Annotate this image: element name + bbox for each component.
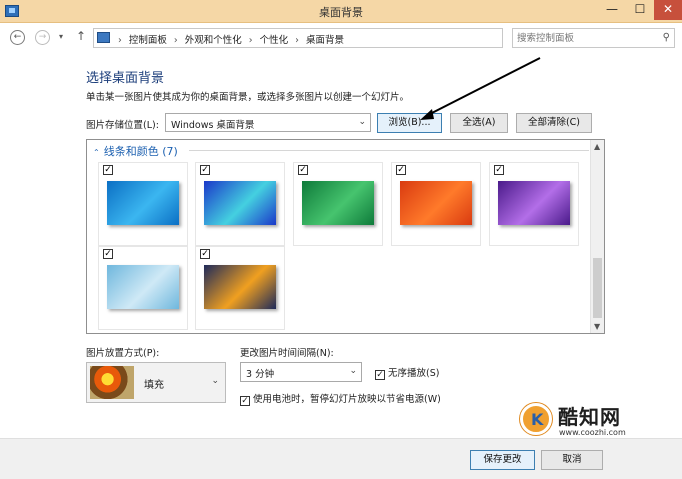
- checkbox-check-icon[interactable]: ✓: [103, 249, 113, 259]
- watermark-logo-icon: [520, 403, 552, 435]
- shuffle-label: 无序播放(S): [388, 368, 440, 379]
- checkbox-check-icon[interactable]: ✓: [103, 165, 113, 175]
- title-bar: 桌面背景 — ☐ ✕: [0, 0, 682, 23]
- picture-position-value: 填充: [144, 380, 164, 391]
- page-title: 选择桌面背景: [86, 71, 165, 86]
- breadcrumb-item-personalization[interactable]: 个性化: [260, 35, 289, 46]
- watermark-name: 酷知网: [558, 405, 621, 429]
- forward-button[interactable]: →: [35, 30, 50, 45]
- interval-label: 更改图片时间间隔(N):: [240, 348, 334, 359]
- checkbox-check-icon[interactable]: ✓: [494, 165, 504, 175]
- wallpaper-thumbnail[interactable]: [204, 265, 276, 309]
- interval-value: 3 分钟: [246, 369, 275, 380]
- navigation-bar: ← → ▾ ↑ › 控制面板 › 外观和个性化 › 个性化 › 桌面背景 ▾ ↻…: [0, 23, 682, 53]
- picture-location-value: Windows 桌面背景: [171, 120, 255, 131]
- fill-preview-image: [90, 366, 134, 399]
- checkbox-check-icon[interactable]: ✓: [396, 165, 406, 175]
- group-divider: [189, 150, 589, 151]
- wallpaper-thumbnail[interactable]: [400, 181, 472, 225]
- battery-pause-label: 使用电池时，暂停幻灯片放映以节省电源(W): [253, 394, 441, 405]
- collapse-icon: ⌃: [93, 148, 100, 157]
- wallpaper-thumbnail[interactable]: [204, 181, 276, 225]
- group-title: 线条和颜色 (7): [103, 145, 178, 158]
- checkbox-check-icon[interactable]: ✓: [200, 165, 210, 175]
- wallpaper-tile[interactable]: ✓: [489, 162, 579, 246]
- interval-select[interactable]: 3 分钟 ⌄: [240, 362, 362, 382]
- group-header[interactable]: ⌃ 线条和颜色 (7): [93, 143, 178, 159]
- checkbox-check-icon[interactable]: ✓: [240, 396, 250, 406]
- cancel-button[interactable]: 取消: [541, 450, 603, 470]
- search-box[interactable]: ⚲: [512, 28, 675, 48]
- wallpaper-tile[interactable]: ✓: [195, 246, 285, 330]
- vertical-scrollbar[interactable]: ▲ ▼: [590, 140, 604, 333]
- breadcrumb-separator: ›: [248, 35, 253, 46]
- control-panel-icon: [97, 32, 110, 43]
- wallpaper-tile[interactable]: ✓: [391, 162, 481, 246]
- browse-button[interactable]: 浏览(B)...: [377, 113, 442, 133]
- chevron-down-icon: ⌄: [358, 117, 366, 127]
- save-changes-button[interactable]: 保存更改: [470, 450, 535, 470]
- wallpaper-thumbnail[interactable]: [107, 181, 179, 225]
- picture-list: ⌃ 线条和颜色 (7) ✓ ✓ ✓ ✓ ✓ ✓ ✓ ▲ ▼: [86, 139, 605, 334]
- scroll-up-icon[interactable]: ▲: [594, 142, 600, 151]
- wallpaper-thumbnail[interactable]: [302, 181, 374, 225]
- minimize-button[interactable]: —: [598, 0, 626, 20]
- maximize-button[interactable]: ☐: [626, 0, 654, 20]
- wallpaper-tile[interactable]: ✓: [98, 162, 188, 246]
- chevron-down-icon: ⌄: [211, 376, 219, 386]
- breadcrumb-separator: ›: [173, 35, 178, 46]
- wallpaper-thumbnail[interactable]: [498, 181, 570, 225]
- wallpaper-thumbnail[interactable]: [107, 265, 179, 309]
- select-all-button[interactable]: 全选(A): [450, 113, 508, 133]
- watermark-url: www.coozhi.com: [559, 428, 626, 437]
- scrollbar-thumb[interactable]: [593, 258, 602, 318]
- breadcrumb-item-control-panel[interactable]: 控制面板: [129, 35, 167, 46]
- breadcrumb: › 控制面板 › 外观和个性化 › 个性化 › 桌面背景: [114, 32, 344, 46]
- checkbox-check-icon[interactable]: ✓: [200, 249, 210, 259]
- address-bar[interactable]: › 控制面板 › 外观和个性化 › 个性化 › 桌面背景 ▾ ↻: [93, 28, 591, 48]
- left-arrow-icon: ←: [13, 32, 22, 42]
- watermark: 酷知网 www.coozhi.com: [512, 393, 660, 451]
- picture-position-select[interactable]: 填充 ⌄: [86, 362, 226, 403]
- window-title: 桌面背景: [319, 6, 363, 19]
- wallpaper-tile[interactable]: ✓: [293, 162, 383, 246]
- wallpaper-tile[interactable]: ✓: [98, 246, 188, 330]
- battery-pause-checkbox[interactable]: ✓ 使用电池时，暂停幻灯片放映以节省电源(W): [240, 391, 441, 406]
- breadcrumb-item-appearance[interactable]: 外观和个性化: [185, 35, 242, 46]
- checkbox-check-icon[interactable]: ✓: [375, 370, 385, 380]
- breadcrumb-separator: ›: [295, 35, 299, 46]
- picture-location-select[interactable]: Windows 桌面背景 ⌄: [165, 113, 371, 132]
- back-button[interactable]: ←: [10, 30, 25, 45]
- page-description: 单击某一张图片使其成为你的桌面背景，或选择多张图片以创建一个幻灯片。: [86, 92, 410, 103]
- recent-locations-button[interactable]: ▾: [59, 32, 63, 41]
- shuffle-checkbox[interactable]: ✓ 无序播放(S): [375, 365, 439, 380]
- wallpaper-tile[interactable]: ✓: [195, 162, 285, 246]
- breadcrumb-item-desktop-background[interactable]: 桌面背景: [306, 35, 344, 46]
- chevron-down-icon: ⌄: [349, 366, 357, 376]
- scroll-down-icon[interactable]: ▼: [594, 322, 600, 331]
- picture-position-label: 图片放置方式(P):: [86, 348, 160, 359]
- search-icon[interactable]: ⚲: [663, 32, 670, 43]
- close-button[interactable]: ✕: [654, 0, 682, 20]
- breadcrumb-separator: ›: [118, 35, 122, 46]
- up-button[interactable]: ↑: [76, 29, 86, 43]
- picture-location-label: 图片存储位置(L):: [86, 120, 159, 131]
- right-arrow-icon: →: [38, 32, 47, 42]
- clear-all-button[interactable]: 全部清除(C): [516, 113, 592, 133]
- search-input[interactable]: [517, 31, 652, 45]
- checkbox-check-icon[interactable]: ✓: [298, 165, 308, 175]
